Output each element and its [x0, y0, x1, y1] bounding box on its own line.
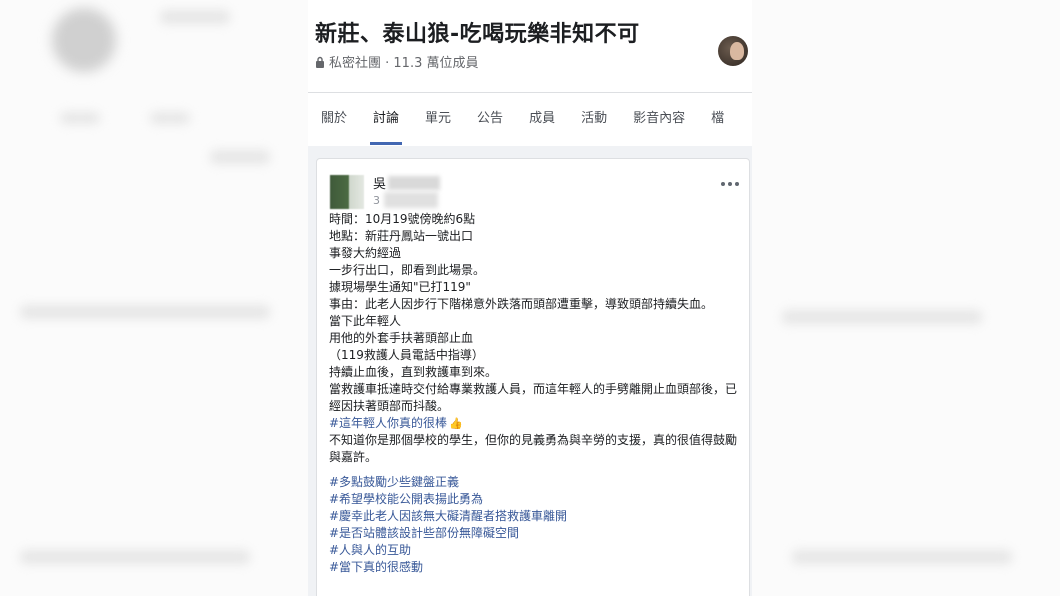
post-body: 時間：10月19號傍晚約6點 地點：新莊丹鳳站一號出口 事發大約經過 一步行出口… [329, 211, 741, 576]
post-line: 持續止血後，直到救護車到來。 [329, 365, 498, 379]
blurred-name [388, 175, 441, 190]
dot-icon [728, 182, 732, 186]
post-line: #這年輕人你真的很棒 👍 [329, 415, 741, 432]
group-page: 新莊、泰山狼-吃喝玩樂非知不可 私密社團 · 11.3 萬位成員 關於 討論 單… [308, 0, 752, 596]
lock-icon [316, 56, 324, 68]
tab-about[interactable]: 關於 [308, 93, 360, 145]
group-tabs: 關於 討論 單元 公告 成員 活動 影音內容 檔 [308, 92, 752, 145]
author-avatar[interactable] [330, 175, 364, 209]
thumbs-up-icon: 👍 [449, 417, 463, 430]
post-line: （119救護人員電話中指導） [329, 348, 484, 362]
hashtag-link[interactable]: #是否站體該設計些部份無障礙空間 [329, 526, 519, 540]
blurred-background-left [0, 0, 308, 596]
post-line: 用他的外套手扶著頭部止血 [329, 331, 474, 345]
post-line: 事發大約經過 [329, 246, 402, 260]
group-meta: 私密社團 · 11.3 萬位成員 [315, 52, 478, 71]
tab-announcements[interactable]: 公告 [464, 93, 516, 145]
post-line: 時間：10月19號傍晚約6點 [329, 212, 476, 226]
post-line: 地點：新莊丹鳳站一號出口 [329, 229, 474, 243]
group-privacy-members: 私密社團 · 11.3 萬位成員 [329, 56, 479, 71]
hashtag-link[interactable]: #這年輕人你真的很棒 [329, 416, 447, 430]
group-header: 新莊、泰山狼-吃喝玩樂非知不可 私密社團 · 11.3 萬位成員 關於 討論 單… [308, 0, 752, 146]
hashtag-link[interactable]: #人與人的互助 [329, 543, 411, 557]
more-options-button[interactable] [719, 179, 741, 189]
tab-members[interactable]: 成員 [516, 93, 568, 145]
author-name[interactable]: 吳 [373, 173, 441, 192]
post-line: 當救護車抵達時交付給專業救護人員，而這年輕人的手劈離開止血頭部後，已經因扶著頭部… [329, 382, 738, 413]
tab-events[interactable]: 活動 [568, 93, 620, 145]
tab-files[interactable]: 檔 [698, 93, 737, 145]
hashtag-link[interactable]: #多點鼓勵少些鍵盤正義 [329, 475, 459, 489]
post-closing: 不知道你是那個學校的學生，但你的見義勇為與辛勞的支援，真的很值得鼓勵與嘉許。 [329, 433, 738, 464]
post-line: 據現場學生通知"已打119" [329, 280, 471, 294]
tab-media[interactable]: 影音內容 [620, 93, 698, 145]
post-line: 當下此年輕人 [329, 314, 402, 328]
dot-icon [735, 182, 739, 186]
blurred-time [384, 192, 438, 208]
post-timestamp[interactable]: 3 [373, 192, 438, 208]
post-line: 事由：此老人因步行下階梯意外跌落而頭部遭重擊，導致頭部持續失血。 [329, 297, 714, 311]
blurred-background-right [752, 0, 1060, 596]
post-line: 一步行出口，即看到此場景。 [329, 263, 486, 277]
tab-units[interactable]: 單元 [412, 93, 464, 145]
dot-icon [721, 182, 725, 186]
member-avatar[interactable] [718, 36, 748, 66]
post-card: 吳 3 時間：10月19號傍晚約6點 地點：新莊丹鳳站一號出口 事發大約經過 一… [316, 158, 750, 596]
group-title[interactable]: 新莊、泰山狼-吃喝玩樂非知不可 [315, 16, 640, 48]
hashtag-link[interactable]: #當下真的很感動 [329, 560, 423, 574]
hashtag-link[interactable]: #希望學校能公開表揚此勇為 [329, 492, 483, 506]
hashtag-link[interactable]: #慶幸此老人因該無大礙清醒者搭救護車離開 [329, 509, 567, 523]
tab-discussion[interactable]: 討論 [360, 93, 412, 145]
